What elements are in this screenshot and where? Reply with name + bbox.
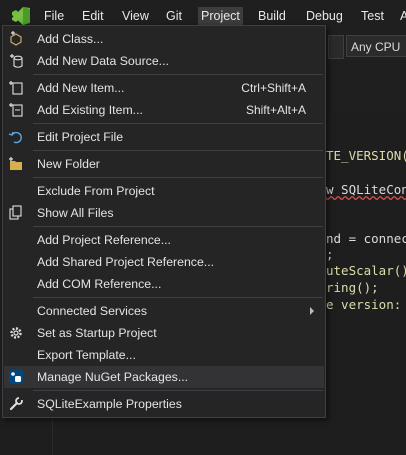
visual-studio-logo-icon[interactable] (10, 6, 32, 26)
menu-item-label: Add Existing Item... (37, 103, 143, 117)
menu-item-export-template[interactable]: Export Template... (4, 344, 324, 366)
menu-test[interactable]: Test (358, 7, 387, 25)
folder-icon (9, 157, 22, 170)
code-line: TE_VERSION( (326, 148, 406, 163)
menu-item-add-existing-item[interactable]: Add Existing Item... Shift+Alt+A (4, 99, 324, 121)
code-line: uteScalar() (326, 263, 406, 278)
menu-item-add-data-source[interactable]: Add New Data Source... (4, 50, 324, 72)
nuget-icon (9, 370, 23, 384)
menu-edit[interactable]: Edit (79, 7, 107, 25)
code-line: ring(); (326, 280, 379, 295)
menu-debug[interactable]: Debug (303, 7, 346, 25)
menu-item-label: Add New Data Source... (37, 54, 169, 68)
new-item-icon (9, 81, 23, 95)
menu-item-label: Export Template... (37, 348, 136, 362)
add-data-source-icon (10, 54, 23, 68)
menu-item-add-shared-project-reference[interactable]: Add Shared Project Reference... (4, 251, 324, 273)
menu-item-label: Add Project Reference... (37, 233, 171, 247)
menu-separator (33, 177, 323, 178)
menu-separator (33, 390, 323, 391)
menu-separator (33, 297, 323, 298)
menu-item-shortcut: Ctrl+Shift+A (241, 81, 306, 95)
existing-item-icon (9, 103, 23, 117)
menu-item-connected-services[interactable]: Connected Services (4, 300, 324, 322)
code-line: w SQLiteCon (326, 182, 406, 197)
menu-item-add-new-item[interactable]: Add New Item... Ctrl+Shift+A (4, 77, 324, 99)
menu-analyze[interactable]: A (397, 7, 406, 25)
menu-item-label: Show All Files (37, 206, 114, 220)
menu-item-label: SQLiteExample Properties (37, 397, 182, 411)
menu-item-edit-project-file[interactable]: Edit Project File (4, 126, 324, 148)
menu-item-label: Manage NuGet Packages... (37, 370, 189, 384)
menu-file[interactable]: File (41, 7, 67, 25)
wrench-icon (9, 397, 23, 411)
menu-item-label: Edit Project File (37, 130, 124, 144)
menu-view[interactable]: View (119, 7, 152, 25)
menu-item-label: Set as Startup Project (37, 326, 157, 340)
menu-item-show-all-files[interactable]: Show All Files (4, 202, 324, 224)
project-context-menu: Add Class... Add New Data Source... Add … (2, 25, 326, 418)
menu-separator (33, 150, 323, 151)
menu-item-label: Add COM Reference... (37, 277, 162, 291)
submenu-arrow-icon (310, 307, 314, 315)
edit-file-icon (8, 131, 22, 144)
menu-build[interactable]: Build (255, 7, 289, 25)
add-class-icon (10, 31, 22, 46)
menu-item-label: Add Class... (37, 32, 104, 46)
configuration-dropdown[interactable] (328, 35, 344, 59)
menu-separator (33, 74, 323, 75)
platform-dropdown[interactable]: Any CPU (346, 35, 406, 57)
menu-item-label: Connected Services (37, 304, 148, 318)
menu-item-add-class[interactable]: Add Class... (4, 28, 324, 50)
menu-git[interactable]: Git (163, 7, 185, 25)
code-line: nd = connec (326, 231, 406, 246)
menu-item-exclude-from-project[interactable]: Exclude From Project (4, 180, 324, 202)
menu-item-label: Add New Item... (37, 81, 125, 95)
menu-item-set-as-startup-project[interactable]: Set as Startup Project (4, 322, 324, 344)
gear-icon (10, 327, 22, 339)
menu-item-add-project-reference[interactable]: Add Project Reference... (4, 229, 324, 251)
menu-item-label: New Folder (37, 157, 100, 171)
menu-separator (33, 123, 323, 124)
menu-item-add-com-reference[interactable]: Add COM Reference... (4, 273, 324, 295)
menu-item-label: Add Shared Project Reference... (37, 255, 215, 269)
menu-separator (33, 226, 323, 227)
menu-item-new-folder[interactable]: New Folder (4, 153, 324, 175)
menu-item-label: Exclude From Project (37, 184, 155, 198)
show-all-files-icon (9, 205, 22, 220)
menu-item-project-properties[interactable]: SQLiteExample Properties (4, 393, 324, 415)
code-line: ; (326, 247, 334, 262)
menu-item-manage-nuget-packages[interactable]: Manage NuGet Packages... (4, 366, 324, 388)
code-line: e version: (326, 297, 406, 312)
menu-item-shortcut: Shift+Alt+A (245, 103, 306, 117)
menu-project[interactable]: Project (198, 7, 243, 25)
